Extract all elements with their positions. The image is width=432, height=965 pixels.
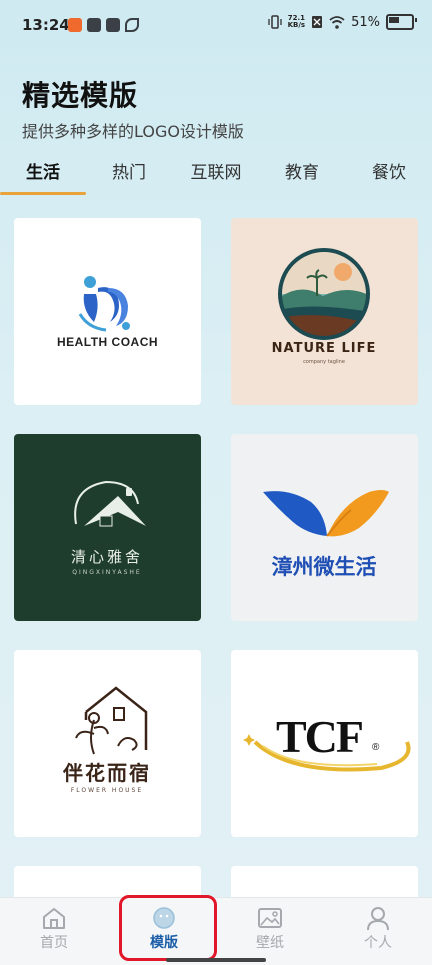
qingxinyashe-logo: 清心雅舍 QINGXINYASHE	[71, 480, 146, 576]
zhangzhou-life-text: 漳州微生活	[272, 555, 377, 579]
page-title: 精选模版	[22, 79, 139, 112]
nav-wallpaper-label: 壁纸	[256, 935, 284, 951]
template-card-qingxinyashe[interactable]: 清心雅舍 QINGXINYASHE	[14, 434, 201, 621]
battery-percent: 51%	[351, 14, 380, 30]
template-card-partial-right[interactable]	[231, 866, 418, 897]
zhangzhou-life-logo: 漳州微生活	[263, 490, 389, 579]
nature-life-tagline: company tagline	[303, 359, 345, 365]
flower-house-logo: 伴花而宿 FLOWER HOUSE	[62, 686, 151, 794]
wifi-icon	[329, 15, 345, 29]
nature-life-logo: NATURE LIFE company tagline	[272, 248, 377, 365]
health-coach-text: HEALTH COACH	[57, 335, 158, 349]
notification-mail-icon	[87, 18, 101, 32]
tcf-registered-mark: ®	[372, 742, 380, 753]
nav-profile[interactable]: 个人	[338, 906, 418, 952]
category-tabs: 生活 热门 互联网 教育 餐饮	[0, 150, 432, 196]
template-card-health-coach[interactable]: HEALTH COACH	[14, 218, 201, 405]
health-coach-logo: HEALTH COACH	[57, 276, 158, 349]
template-card-nature-life[interactable]: NATURE LIFE company tagline	[231, 218, 418, 405]
notification-leaf-icon	[125, 18, 139, 32]
template-card-flower-house[interactable]: 伴花而宿 FLOWER HOUSE	[14, 650, 201, 837]
nav-home[interactable]: 首页	[14, 906, 94, 952]
nav-home-label: 首页	[40, 935, 68, 951]
tab-life[interactable]: 生活	[8, 158, 78, 183]
tab-hot[interactable]: 热门	[94, 158, 164, 183]
network-speed-unit: KB/s	[287, 21, 306, 29]
tab-catering[interactable]: 餐饮	[354, 158, 424, 183]
tab-internet[interactable]: 互联网	[181, 158, 251, 183]
qingxinyashe-text: 清心雅舍	[71, 548, 143, 566]
nav-wallpaper[interactable]: 壁纸	[230, 906, 310, 952]
person-icon	[367, 907, 389, 930]
network-speed: 72.1 KB/s	[288, 15, 305, 29]
notification-chat-icon	[106, 18, 120, 32]
home-icon	[43, 908, 65, 929]
template-card-tcf[interactable]: TCF ®	[231, 650, 418, 837]
battery-icon	[386, 14, 417, 30]
no-sim-icon	[312, 16, 323, 28]
tcf-logo: TCF ®	[243, 711, 411, 772]
tab-education[interactable]: 教育	[267, 158, 337, 183]
status-bar: 13:24 72.1 KB/s 51%	[0, 0, 432, 50]
notification-app-icon	[68, 18, 82, 32]
nature-life-text: NATURE LIFE	[272, 341, 377, 356]
wallpaper-icon	[258, 908, 282, 928]
template-card-partial-left[interactable]	[14, 866, 201, 897]
vibrate-icon	[267, 15, 282, 29]
nav-profile-label: 个人	[364, 935, 392, 951]
page-subtitle: 提供多种多样的LOGO设计模版	[22, 122, 244, 141]
flower-house-text: 伴花而宿	[62, 761, 151, 785]
home-indicator[interactable]	[166, 958, 266, 962]
active-tab-indicator	[0, 192, 86, 195]
template-card-zhangzhou-life[interactable]: 漳州微生活	[231, 434, 418, 621]
tcf-text: TCF	[276, 711, 362, 762]
flower-house-subtext: FLOWER HOUSE	[71, 787, 143, 794]
selection-highlight	[119, 895, 217, 961]
qingxinyashe-subtext: QINGXINYASHE	[72, 569, 141, 576]
status-time: 13:24	[22, 16, 70, 34]
